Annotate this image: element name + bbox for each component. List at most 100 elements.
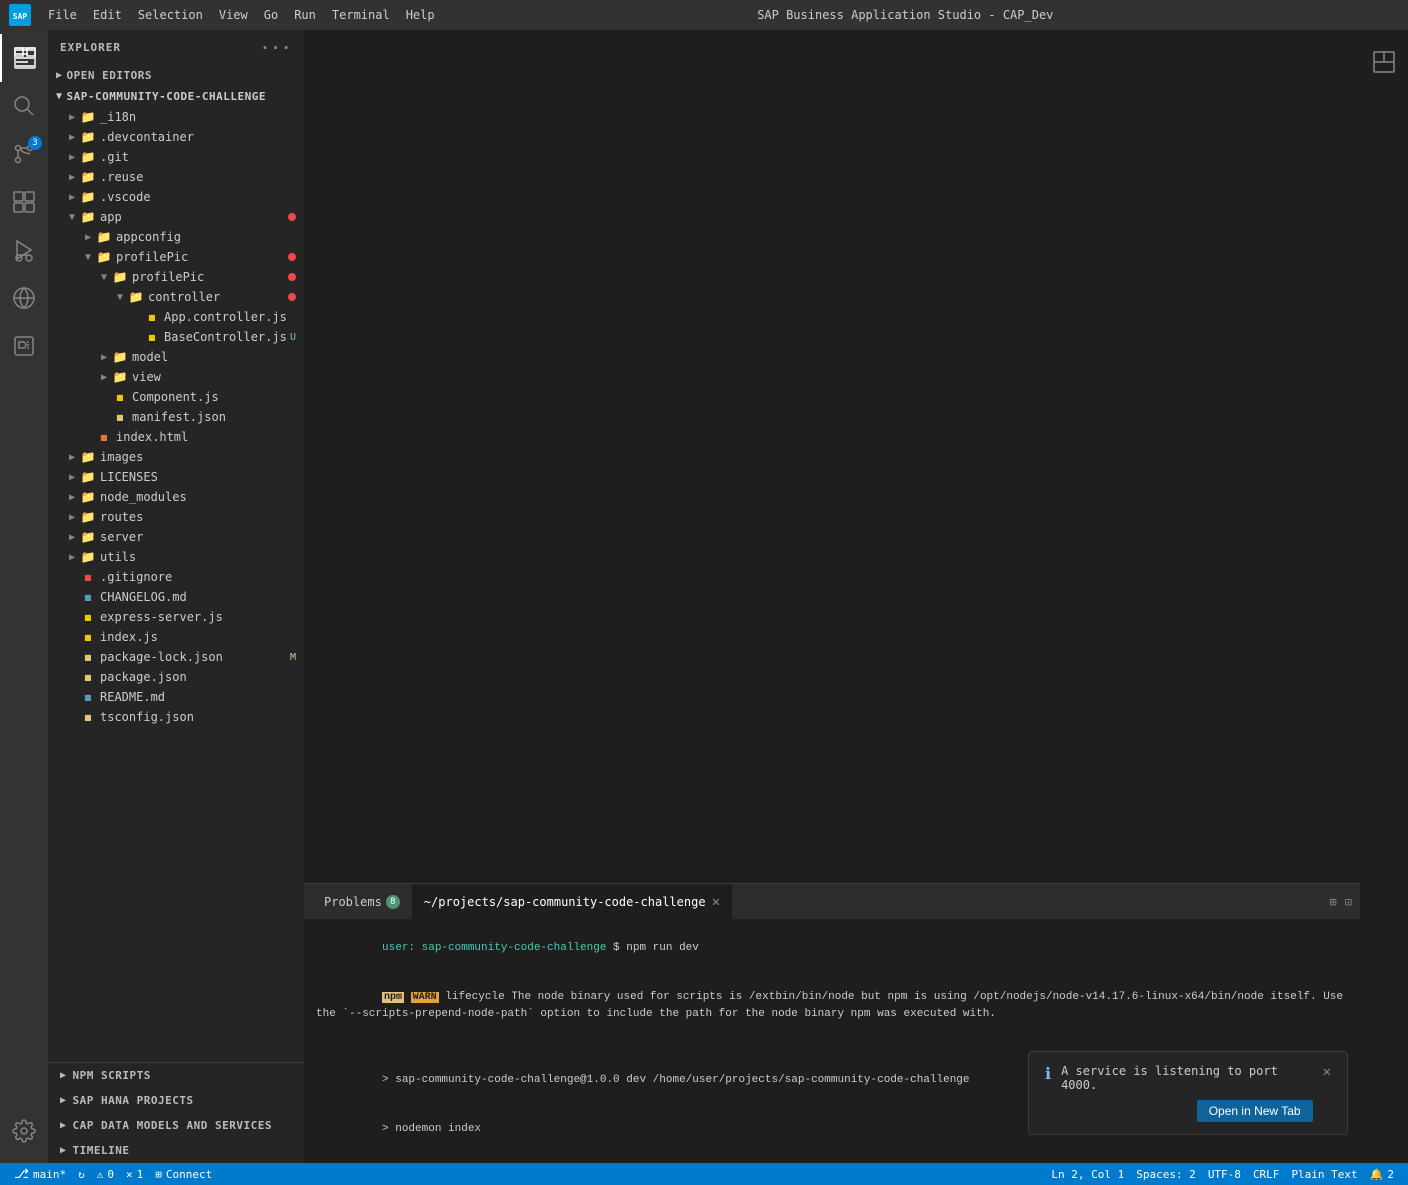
folder-appconfig-icon: 📁 <box>96 229 112 245</box>
tree-item-appconfig[interactable]: ▶ 📁 appconfig <box>48 227 304 247</box>
tree-item-changelog[interactable]: ▶ ◼ CHANGELOG.md <box>48 587 304 607</box>
folder-routes-icon: 📁 <box>80 509 96 525</box>
label-vscode: .vscode <box>100 190 304 204</box>
tree-item-app[interactable]: ▼ 📁 app <box>48 207 304 227</box>
tree-item-tsconfig[interactable]: ▶ ◼ tsconfig.json <box>48 707 304 727</box>
status-warnings[interactable]: ⚠ 0 <box>91 1163 120 1185</box>
status-language[interactable]: Plain Text <box>1285 1163 1363 1185</box>
tree-item-index-html[interactable]: ▶ ◼ index.html <box>48 427 304 447</box>
terminal-line-6 <box>316 1154 1348 1163</box>
status-branch[interactable]: ⎇ main* <box>8 1163 72 1185</box>
status-errors[interactable]: ✕ 1 <box>120 1163 149 1185</box>
tree-item-licenses[interactable]: ▶ 📁 LICENSES <box>48 467 304 487</box>
sidebar-content[interactable]: ▶ OPEN EDITORS ▼ SAP-COMMUNITY-CODE-CHAL… <box>48 65 304 1062</box>
tree-item-view[interactable]: ▶ 📁 view <box>48 367 304 387</box>
tree-item-express-server[interactable]: ▶ ◼ express-server.js <box>48 607 304 627</box>
status-col[interactable]: Ln 2, Col 1 <box>1045 1163 1130 1185</box>
status-eol[interactable]: CRLF <box>1247 1163 1286 1185</box>
open-new-tab-button[interactable]: Open in New Tab <box>1197 1100 1313 1122</box>
tree-item-reuse[interactable]: ▶ 📁 .reuse <box>48 167 304 187</box>
file-gitignore-icon: ◼ <box>80 569 96 585</box>
tree-item-profilepic1[interactable]: ▼ 📁 profilePic <box>48 247 304 267</box>
tree-item-gitignore[interactable]: ▶ ◼ .gitignore <box>48 567 304 587</box>
menu-run[interactable]: Run <box>286 0 324 30</box>
source-control-badge: 3 <box>28 136 42 150</box>
folder-node-modules-icon: 📁 <box>80 489 96 505</box>
tree-item-base-controller[interactable]: ▶ ◼ BaseController.js U <box>48 327 304 347</box>
status-sync[interactable]: ↻ <box>72 1163 91 1185</box>
tree-item-vscode[interactable]: ▶ 📁 .vscode <box>48 187 304 207</box>
activity-bar: 3 <box>0 30 48 1163</box>
menu-help[interactable]: Help <box>398 0 443 30</box>
activity-explorer[interactable] <box>0 34 48 82</box>
tab-terminal-close[interactable]: ✕ <box>712 894 720 910</box>
maximize-terminal-icon[interactable]: ⊡ <box>1345 895 1352 909</box>
title-bar: SAP File Edit Selection View Go Run Term… <box>0 0 1408 30</box>
layout-icon[interactable] <box>1360 38 1408 86</box>
tree-item-git[interactable]: ▶ 📁 .git <box>48 147 304 167</box>
activity-search[interactable] <box>0 82 48 130</box>
sap-hana-chevron: ▶ <box>60 1095 67 1106</box>
term-npm-label: npm <box>382 992 404 1003</box>
tree-item-profilepic2[interactable]: ▼ 📁 profilePic <box>48 267 304 287</box>
status-notifications[interactable]: 🔔 2 <box>1364 1163 1400 1185</box>
eol-label: CRLF <box>1253 1168 1280 1181</box>
menu-file[interactable]: File <box>40 0 85 30</box>
split-terminal-icon[interactable]: ⊞ <box>1330 895 1337 909</box>
folder-app-icon: 📁 <box>80 209 96 225</box>
activity-settings[interactable] <box>0 1107 48 1155</box>
tree-item-model[interactable]: ▶ 📁 model <box>48 347 304 367</box>
menu-go[interactable]: Go <box>256 0 286 30</box>
status-connect[interactable]: ⊞ Connect <box>149 1163 218 1185</box>
folder-controller-icon: 📁 <box>128 289 144 305</box>
badge-m-package-lock: M <box>290 652 296 663</box>
cap-data-section[interactable]: ▶ CAP DATA MODELS AND SERVICES <box>48 1113 304 1138</box>
npm-scripts-section[interactable]: ▶ NPM SCRIPTS <box>48 1063 304 1088</box>
tab-problems[interactable]: Problems 8 <box>312 884 412 919</box>
status-encoding[interactable]: UTF-8 <box>1202 1163 1247 1185</box>
tree-item-app-controller[interactable]: ▶ ◼ App.controller.js <box>48 307 304 327</box>
tree-item-controller[interactable]: ▼ 📁 controller <box>48 287 304 307</box>
menu-view[interactable]: View <box>211 0 256 30</box>
project-root-header[interactable]: ▼ SAP-COMMUNITY-CODE-CHALLENGE <box>48 86 304 107</box>
term-cmd: npm run dev <box>626 942 699 954</box>
tree-item-component[interactable]: ▶ ◼ Component.js <box>48 387 304 407</box>
tree-item-i18n[interactable]: ▶ 📁 _i18n <box>48 107 304 127</box>
open-editors-header[interactable]: ▶ OPEN EDITORS <box>48 65 304 86</box>
folder-utils-icon: 📁 <box>80 549 96 565</box>
sap-hana-section[interactable]: ▶ SAP HANA PROJECTS <box>48 1088 304 1113</box>
tree-item-routes[interactable]: ▶ 📁 routes <box>48 507 304 527</box>
activity-source-control[interactable]: 3 <box>0 130 48 178</box>
tree-item-manifest[interactable]: ▶ ◼ manifest.json <box>48 407 304 427</box>
activity-run-debug[interactable] <box>0 226 48 274</box>
label-images: images <box>100 450 304 464</box>
sidebar-more-button[interactable]: ··· <box>260 38 292 57</box>
tree-item-index-js[interactable]: ▶ ◼ index.js <box>48 627 304 647</box>
label-server: server <box>100 530 304 544</box>
tree-item-server[interactable]: ▶ 📁 server <box>48 527 304 547</box>
tree-item-devcontainer[interactable]: ▶ 📁 .devcontainer <box>48 127 304 147</box>
line-col-label: Ln 2, Col 1 <box>1051 1168 1124 1181</box>
tree-item-images[interactable]: ▶ 📁 images <box>48 447 304 467</box>
activity-sap[interactable] <box>0 322 48 370</box>
label-index-js: index.js <box>100 630 304 644</box>
notification-close-button[interactable]: ✕ <box>1323 1064 1331 1080</box>
menu-terminal[interactable]: Terminal <box>324 0 398 30</box>
activity-extensions[interactable] <box>0 178 48 226</box>
tree-item-utils[interactable]: ▶ 📁 utils <box>48 547 304 567</box>
tab-terminal[interactable]: ~/projects/sap-community-code-challenge … <box>412 884 732 919</box>
tree-item-readme[interactable]: ▶ ◼ README.md <box>48 687 304 707</box>
status-spaces[interactable]: Spaces: 2 <box>1130 1163 1202 1185</box>
terminal-tabs: Problems 8 ~/projects/sap-community-code… <box>304 884 1360 919</box>
menu-selection[interactable]: Selection <box>130 0 211 30</box>
timeline-section[interactable]: ▶ TIMELINE <box>48 1138 304 1163</box>
tree-item-node-modules[interactable]: ▶ 📁 node_modules <box>48 487 304 507</box>
tree-item-package-lock[interactable]: ▶ ◼ package-lock.json M <box>48 647 304 667</box>
tab-problems-badge: 8 <box>386 895 400 909</box>
tree-item-package-json[interactable]: ▶ ◼ package.json <box>48 667 304 687</box>
activity-remote-explorer[interactable] <box>0 274 48 322</box>
label-component: Component.js <box>132 390 304 404</box>
menu-edit[interactable]: Edit <box>85 0 130 30</box>
sidebar-title: EXPLORER <box>60 41 121 54</box>
terminal-line-2: npm WARN lifecycle The node binary used … <box>316 973 1348 1039</box>
